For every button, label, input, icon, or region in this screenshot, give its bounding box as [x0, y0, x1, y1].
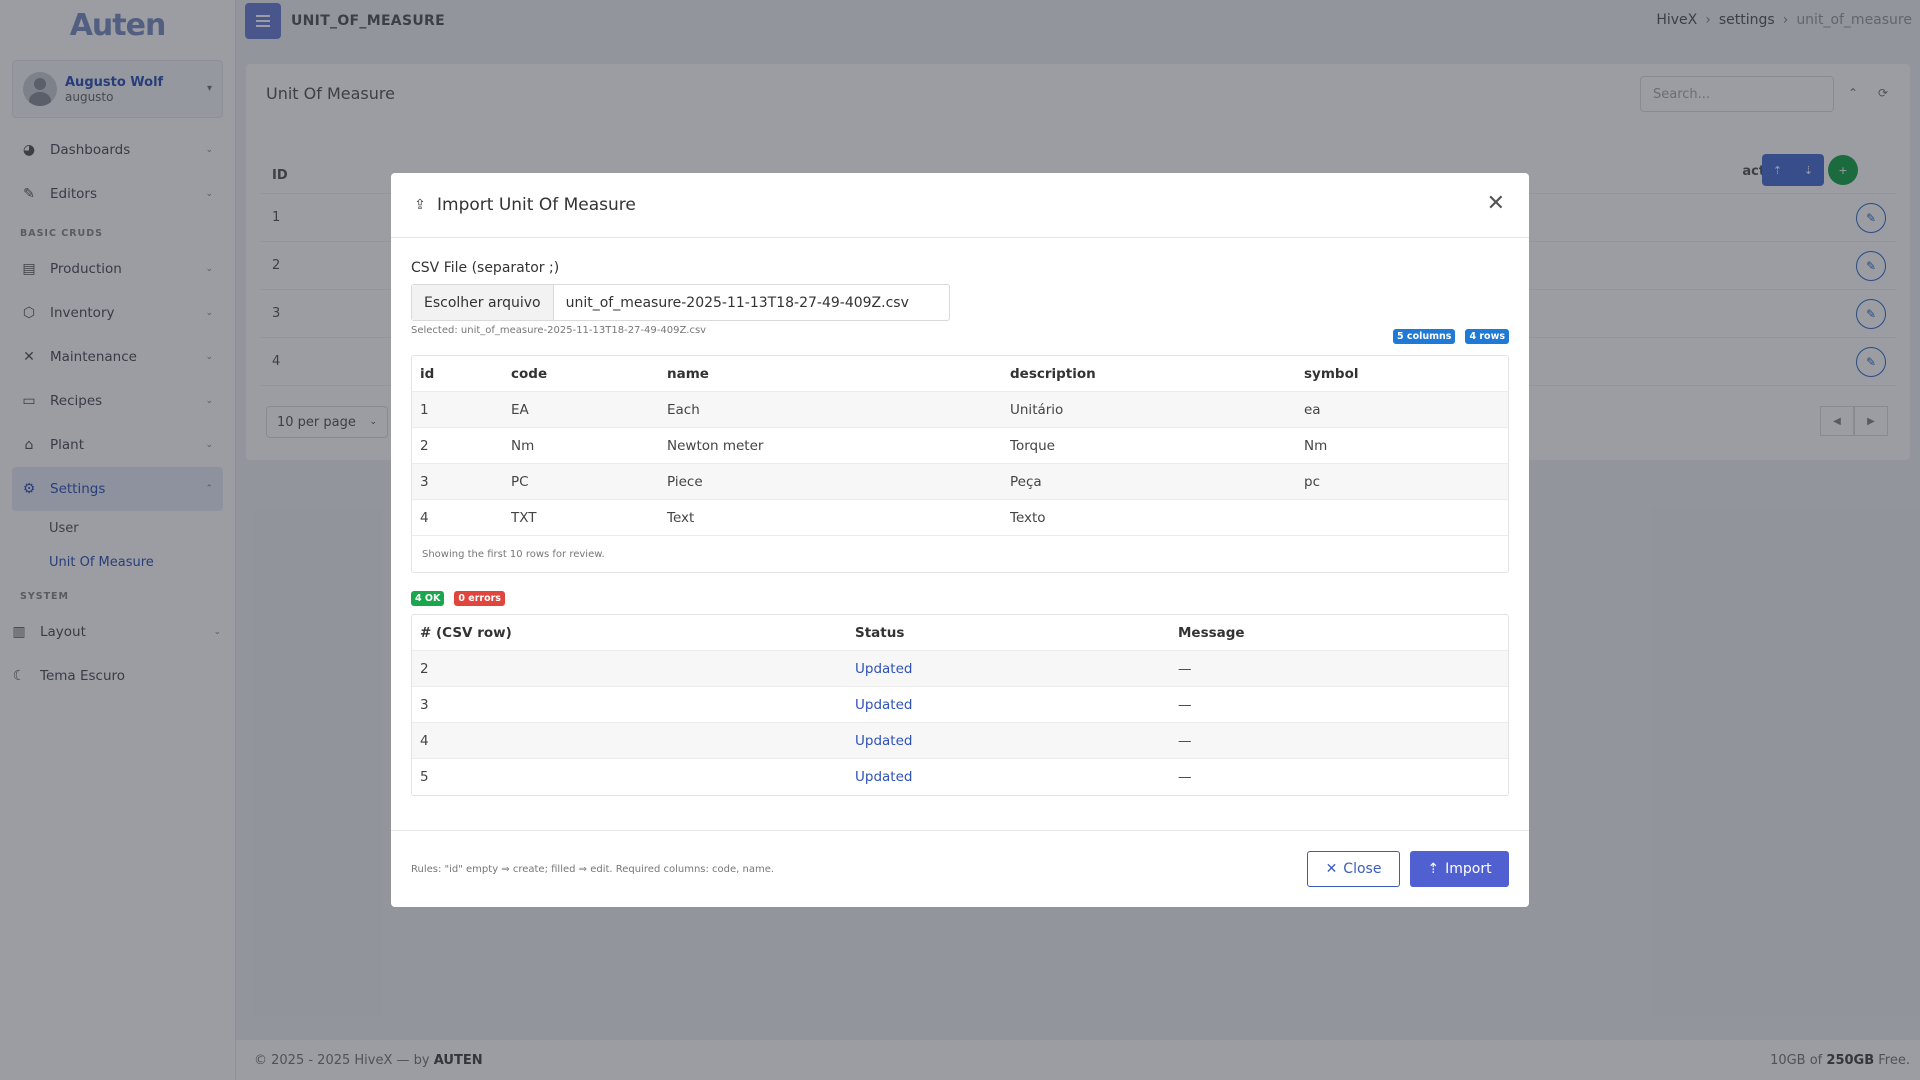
status-cell: Updated: [855, 732, 913, 749]
table-cell: 4: [420, 732, 429, 749]
column-header: Status: [855, 624, 905, 641]
import-modal: ⇪ Import Unit Of Measure ✕ CSV File (sep…: [391, 173, 1529, 907]
table-cell: Each: [667, 401, 700, 418]
table-row: 2 Updated —: [412, 651, 1508, 687]
table-header: # (CSV row) Status Message: [412, 615, 1508, 651]
modal-header: ⇪ Import Unit Of Measure ✕: [391, 173, 1529, 238]
table-cell: —: [1178, 660, 1192, 677]
table-row: 4 Updated —: [412, 723, 1508, 759]
upload-icon: ⇡: [1427, 861, 1440, 877]
table-row: 2 Nm Newton meter Torque Nm: [412, 428, 1508, 464]
modal-body: CSV File (separator ;) Escolher arquivo …: [391, 238, 1529, 796]
table-cell: TXT: [511, 509, 537, 526]
table-cell: ea: [1304, 401, 1321, 418]
table-row: 1 EA Each Unitário ea: [412, 392, 1508, 428]
selected-file-text: Selected: unit_of_measure-2025-11-13T18-…: [411, 325, 707, 336]
table-cell: —: [1178, 696, 1192, 713]
column-header: Message: [1178, 624, 1245, 641]
table-cell: EA: [511, 401, 529, 418]
table-cell: 1: [420, 401, 429, 418]
table-cell: —: [1178, 769, 1192, 785]
rows-badge: 4 rows: [1465, 329, 1509, 344]
csv-file-input[interactable]: Escolher arquivo unit_of_measure-2025-11…: [411, 284, 950, 321]
import-button[interactable]: ⇡ Import: [1410, 851, 1509, 887]
ok-badge: 4 OK: [411, 591, 445, 606]
column-header: # (CSV row): [420, 624, 512, 641]
table-cell: Nm: [511, 437, 535, 454]
close-icon[interactable]: ✕: [1487, 193, 1505, 215]
table-cell: Peça: [1010, 473, 1042, 490]
table-cell: Text: [667, 509, 695, 526]
table-cell: Nm: [1304, 437, 1328, 454]
upload-icon: ⇪: [414, 197, 426, 213]
close-button[interactable]: ✕ Close: [1307, 851, 1400, 887]
table-cell: 5: [420, 769, 429, 785]
close-button-label: Close: [1343, 861, 1382, 877]
csv-file-label: CSV File (separator ;): [411, 260, 560, 276]
table-cell: Unitário: [1010, 401, 1064, 418]
table-cell: 2: [420, 660, 429, 677]
import-button-label: Import: [1445, 861, 1492, 877]
close-icon: ✕: [1325, 861, 1338, 877]
results-table: # (CSV row) Status Message 2 Updated — 3…: [411, 614, 1509, 796]
selected-file-info: Selected: unit_of_measure-2025-11-13T18-…: [411, 325, 1509, 344]
selected-file-name: unit_of_measure-2025-11-13T18-27-49-409Z…: [565, 294, 909, 311]
table-cell: 3: [420, 473, 429, 490]
table-row: 5 Updated —: [412, 759, 1508, 795]
status-cell: Updated: [855, 696, 913, 713]
modal-footer: Rules: "id" empty ⇒ create; filled ⇒ edi…: [391, 830, 1529, 907]
preview-table: id code name description symbol 1 EA Eac…: [411, 355, 1509, 573]
table-row: 4 TXT Text Texto: [412, 500, 1508, 536]
table-cell: 3: [420, 696, 429, 713]
table-cell: Newton meter: [667, 437, 764, 454]
status-cell: Updated: [855, 769, 913, 785]
file-stats-badges: 5 columns 4 rows: [1393, 329, 1509, 344]
table-cell: Texto: [1010, 509, 1046, 526]
table-row: 3 Updated —: [412, 687, 1508, 723]
status-cell: Updated: [855, 660, 913, 677]
table-row: 3 PC Piece Peça pc: [412, 464, 1508, 500]
modal-title: Import Unit Of Measure: [437, 195, 636, 215]
table-cell: Torque: [1010, 437, 1055, 454]
table-cell: pc: [1304, 473, 1320, 490]
preview-note: Showing the first 10 rows for review.: [422, 548, 605, 560]
table-cell: —: [1178, 732, 1192, 749]
choose-file-button[interactable]: Escolher arquivo: [412, 285, 554, 320]
errors-badge: 0 errors: [454, 591, 505, 606]
column-header: symbol: [1304, 365, 1359, 382]
column-header: name: [667, 365, 709, 382]
columns-badge: 5 columns: [1393, 329, 1456, 344]
column-header: id: [420, 365, 435, 382]
table-cell: 2: [420, 437, 429, 454]
table-cell: PC: [511, 473, 529, 490]
column-header: code: [511, 365, 548, 382]
table-cell: Piece: [667, 473, 703, 490]
column-header: description: [1010, 365, 1096, 382]
result-badges: 4 OK 0 errors: [411, 591, 1509, 606]
table-cell: 4: [420, 509, 429, 526]
import-rules: Rules: "id" empty ⇒ create; filled ⇒ edi…: [411, 863, 775, 875]
table-header: id code name description symbol: [412, 356, 1508, 392]
